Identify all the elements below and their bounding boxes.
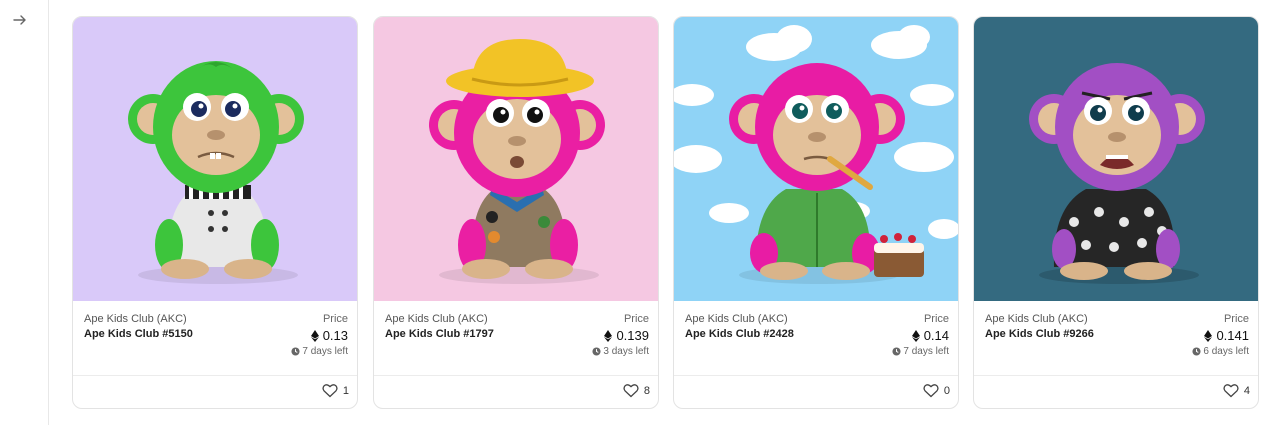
- clock-icon: [1192, 347, 1201, 356]
- ethereum-icon: [604, 329, 613, 342]
- card-info: Ape Kids Club (AKC) Ape Kids Club #5150 …: [73, 301, 357, 375]
- heart-icon: [322, 384, 338, 398]
- like-count: 0: [943, 384, 950, 397]
- like-button[interactable]: 0: [923, 383, 950, 398]
- token-name[interactable]: Ape Kids Club #9266: [985, 328, 1094, 340]
- time-left-text: 3 days left: [603, 346, 649, 357]
- like-button[interactable]: 8: [623, 383, 650, 398]
- like-button[interactable]: 4: [1223, 383, 1250, 398]
- time-left: 6 days left: [1192, 346, 1249, 357]
- card-info: Ape Kids Club (AKC) Ape Kids Club #2428 …: [674, 301, 958, 375]
- nft-card[interactable]: Ape Kids Club (AKC) Ape Kids Club #5150 …: [72, 16, 358, 409]
- price-value: 0.13: [322, 328, 348, 343]
- collection-name[interactable]: Ape Kids Club (AKC): [985, 313, 1088, 325]
- clock-icon: [892, 347, 901, 356]
- heart-icon: [923, 384, 939, 398]
- ethereum-icon: [911, 329, 920, 342]
- clock-icon: [592, 347, 601, 356]
- collection-name[interactable]: Ape Kids Club (AKC): [685, 313, 788, 325]
- price: 0.14: [911, 328, 949, 343]
- price-label: Price: [1223, 313, 1249, 325]
- time-left-text: 7 days left: [302, 346, 348, 357]
- price-value: 0.141: [1216, 328, 1249, 343]
- ethereum-icon: [310, 329, 319, 342]
- collection-name[interactable]: Ape Kids Club (AKC): [385, 313, 488, 325]
- token-name[interactable]: Ape Kids Club #2428: [685, 328, 794, 340]
- price-value: 0.14: [923, 328, 949, 343]
- arrow-right-icon: [13, 15, 26, 25]
- heart-icon: [1223, 384, 1239, 398]
- nft-image[interactable]: [674, 17, 958, 301]
- price: 0.139: [604, 328, 649, 343]
- card-footer: 1: [73, 375, 357, 408]
- ethereum-icon: [1204, 329, 1213, 342]
- time-left-text: 7 days left: [903, 346, 949, 357]
- card-footer: 8: [374, 375, 658, 408]
- token-name[interactable]: Ape Kids Club #1797: [385, 328, 494, 340]
- time-left-text: 6 days left: [1203, 346, 1249, 357]
- nft-image[interactable]: [73, 17, 357, 301]
- price-label: Price: [322, 313, 348, 325]
- price-value: 0.139: [616, 328, 649, 343]
- nft-image[interactable]: [974, 17, 1258, 301]
- time-left: 7 days left: [892, 346, 949, 357]
- card-info: Ape Kids Club (AKC) Ape Kids Club #1797 …: [374, 301, 658, 375]
- expand-sidebar-button[interactable]: [8, 8, 32, 32]
- price-label: Price: [623, 313, 649, 325]
- nft-card[interactable]: Ape Kids Club (AKC) Ape Kids Club #2428 …: [673, 16, 959, 409]
- like-count: 4: [1243, 384, 1250, 397]
- token-name[interactable]: Ape Kids Club #5150: [84, 328, 193, 340]
- like-count: 1: [342, 384, 349, 397]
- card-footer: 4: [974, 375, 1258, 408]
- nft-image[interactable]: [374, 17, 658, 301]
- time-left: 7 days left: [291, 346, 348, 357]
- price-label: Price: [923, 313, 949, 325]
- price: 0.13: [310, 328, 348, 343]
- card-footer: 0: [674, 375, 958, 408]
- price: 0.141: [1204, 328, 1249, 343]
- nft-card[interactable]: Ape Kids Club (AKC) Ape Kids Club #9266 …: [973, 16, 1259, 409]
- like-button[interactable]: 1: [322, 383, 349, 398]
- like-count: 8: [643, 384, 650, 397]
- card-info: Ape Kids Club (AKC) Ape Kids Club #9266 …: [974, 301, 1258, 375]
- clock-icon: [291, 347, 300, 356]
- sidebar: [0, 0, 49, 425]
- nft-card[interactable]: Ape Kids Club (AKC) Ape Kids Club #1797 …: [373, 16, 659, 409]
- time-left: 3 days left: [592, 346, 649, 357]
- heart-icon: [623, 384, 639, 398]
- collection-name[interactable]: Ape Kids Club (AKC): [84, 313, 187, 325]
